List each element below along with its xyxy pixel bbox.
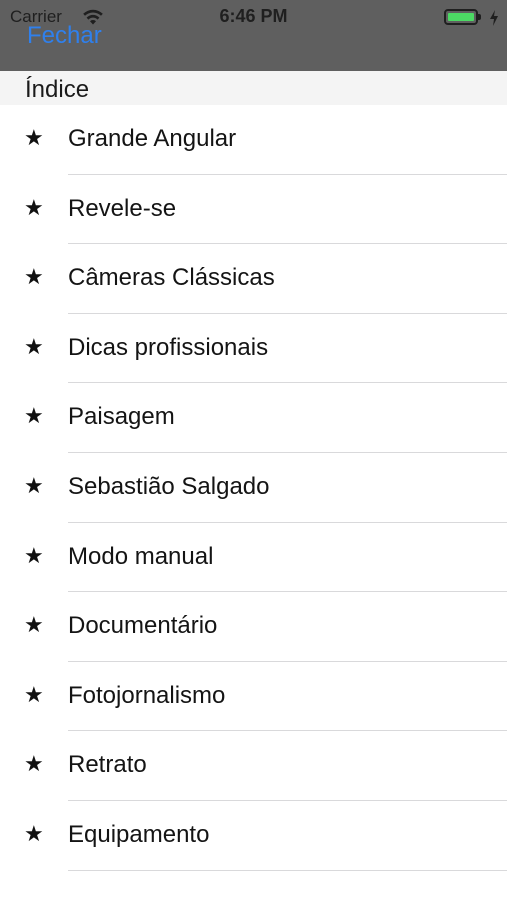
list-item[interactable]: ★ Dicas profissionais (0, 314, 507, 384)
battery-icon (444, 9, 478, 25)
star-icon: ★ (24, 472, 44, 498)
list-item[interactable]: ★ Câmeras Clássicas (0, 244, 507, 314)
list-item-label: Fotojornalismo (68, 681, 226, 709)
star-icon: ★ (24, 333, 44, 359)
list-item[interactable]: ★ Sebastião Salgado (0, 453, 507, 523)
navigation-bar: Carrier 6:46 PM Fechar (0, 0, 507, 71)
list-item-label: Dicas profissionais (68, 333, 269, 361)
star-icon: ★ (24, 612, 44, 638)
star-icon: ★ (24, 681, 44, 707)
list-item[interactable]: ★ Retrato (0, 731, 507, 801)
star-icon: ★ (24, 403, 44, 429)
list-item-label: Grande Angular (68, 125, 237, 152)
index-list: ★ Grande Angular ★ Revele-se ★ Câmeras C… (0, 105, 507, 871)
list-item-label: Retrato (68, 751, 147, 779)
battery-level (448, 13, 474, 21)
battery-nub (478, 14, 481, 20)
list-item[interactable]: ★ Revele-se (0, 175, 507, 245)
list-item-label: Equipamento (68, 820, 210, 848)
close-button[interactable]: Fechar (27, 22, 102, 50)
list-item[interactable]: ★ Modo manual (0, 523, 507, 593)
list-item-label: Documentário (68, 612, 218, 640)
list-item[interactable]: ★ Equipamento (0, 801, 507, 871)
star-icon: ★ (24, 820, 44, 846)
charging-bolt-icon (490, 10, 498, 26)
star-icon: ★ (24, 542, 44, 568)
list-item[interactable]: ★ Documentário (0, 592, 507, 662)
screen: Carrier 6:46 PM Fechar Índice ★ Grande A… (0, 0, 507, 900)
list-item[interactable]: ★ Paisagem (0, 383, 507, 453)
star-icon: ★ (24, 264, 44, 290)
list-item[interactable]: ★ Grande Angular (0, 105, 507, 175)
list-item-label: Sebastião Salgado (68, 472, 270, 500)
list-item[interactable]: ★ Fotojornalismo (0, 662, 507, 732)
list-item-label: Paisagem (68, 403, 175, 431)
star-icon: ★ (24, 125, 44, 150)
star-icon: ★ (24, 194, 44, 220)
list-item-label: Modo manual (68, 542, 214, 570)
star-icon: ★ (24, 751, 44, 777)
list-item-label: Câmeras Clássicas (68, 264, 275, 292)
section-title: Índice (25, 76, 90, 103)
list-item-label: Revele-se (68, 194, 177, 222)
section-header: Índice (0, 71, 507, 105)
